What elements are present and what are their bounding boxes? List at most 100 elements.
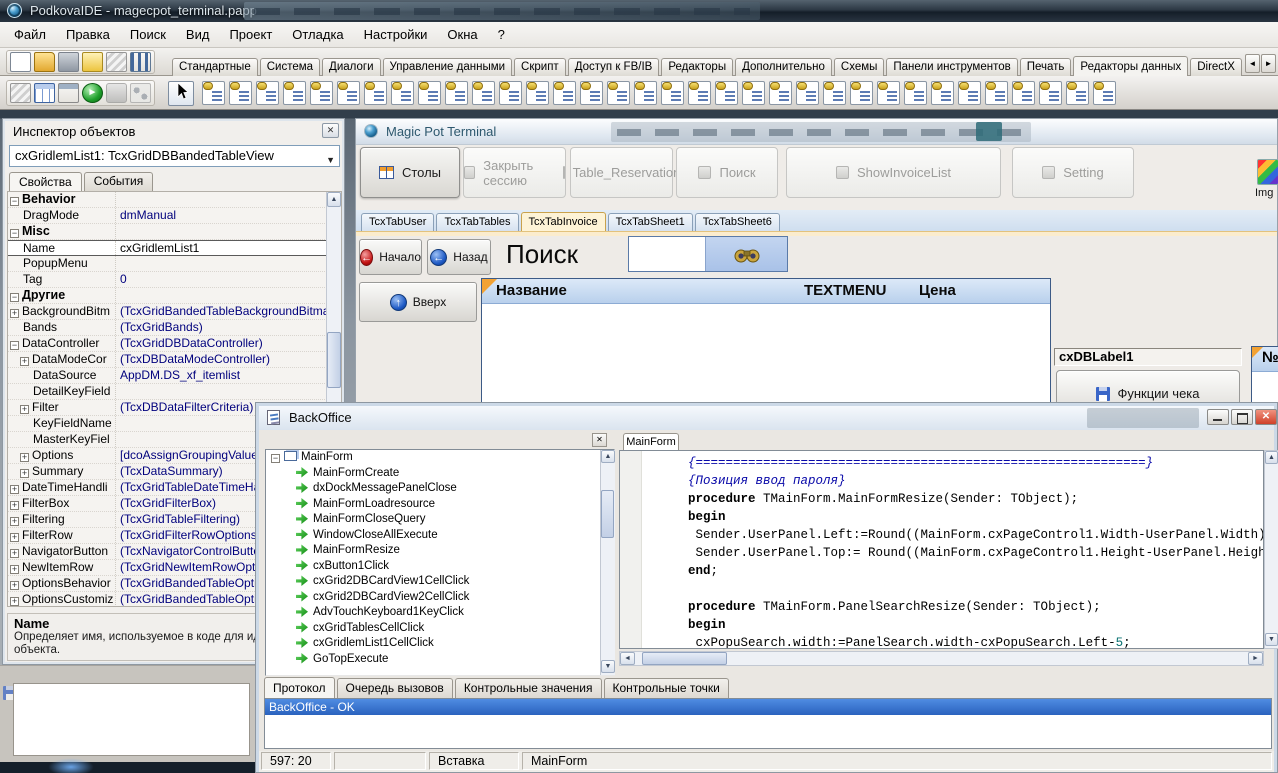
tree-panel-close-icon[interactable]: ✕ — [592, 433, 607, 447]
scroll-left-icon[interactable]: ◄ — [1245, 54, 1260, 73]
component-icon[interactable] — [877, 81, 900, 105]
home-button[interactable]: ← Начало — [359, 239, 422, 275]
property-row[interactable]: DetailKeyField — [8, 384, 341, 400]
property-value[interactable]: cxGridlemList1 — [115, 241, 326, 255]
column-price[interactable]: Цена — [919, 282, 956, 299]
scroll-right-icon[interactable]: ► — [1248, 652, 1263, 665]
up-button[interactable]: ↑ Вверх — [359, 282, 477, 322]
search-button[interactable] — [705, 237, 787, 271]
palette-tab[interactable]: Печать — [1020, 58, 1072, 76]
grid-icon[interactable] — [34, 83, 55, 103]
component-icon[interactable] — [607, 81, 630, 105]
form-icon[interactable] — [58, 83, 79, 103]
component-icon[interactable] — [688, 81, 711, 105]
scroll-down-icon[interactable]: ▼ — [1265, 633, 1278, 646]
menu-item[interactable]: ? — [488, 22, 515, 47]
scroll-down-icon[interactable]: ▼ — [601, 660, 615, 673]
project-group-icon[interactable] — [82, 52, 103, 72]
palette-tab[interactable]: Управление данными — [383, 58, 513, 76]
property-value[interactable] — [115, 192, 326, 207]
tree-item[interactable]: AdvTouchKeyboard1KeyClick — [266, 605, 614, 621]
tree-item[interactable]: cxGridTablesCellClick — [266, 621, 614, 637]
property-category-row[interactable]: −Misc — [8, 224, 341, 240]
component-icon[interactable] — [850, 81, 873, 105]
breakpoint-icon[interactable] — [130, 83, 151, 103]
terminal-toolbar-ShowInvoiceList[interactable]: ShowInvoiceList — [786, 147, 1001, 198]
property-value[interactable] — [115, 384, 326, 399]
property-value[interactable] — [115, 224, 326, 239]
menu-item[interactable]: Поиск — [120, 22, 176, 47]
paste-icon[interactable] — [10, 83, 31, 103]
expand-icon[interactable]: + — [10, 581, 19, 590]
tree-item[interactable]: WindowCloseAllExecute — [266, 528, 614, 544]
property-category-row[interactable]: −Behavior — [8, 192, 341, 208]
palette-tab[interactable]: Скрипт — [514, 58, 566, 76]
debug-tab[interactable]: Контрольные точки — [604, 678, 729, 698]
property-row[interactable]: Tag0 — [8, 272, 341, 288]
expand-icon[interactable]: + — [10, 309, 19, 318]
tree-item[interactable]: MainFormLoadresource — [266, 497, 614, 513]
search-input[interactable] — [629, 237, 707, 271]
property-row[interactable]: NamecxGridlemList1 — [8, 240, 341, 256]
component-icon[interactable] — [796, 81, 819, 105]
menu-item[interactable]: Вид — [176, 22, 220, 47]
component-icon[interactable] — [202, 81, 225, 105]
palette-tab[interactable]: Редакторы — [661, 58, 733, 76]
component-icon[interactable] — [1066, 81, 1089, 105]
expand-icon[interactable]: + — [10, 549, 19, 558]
scrollbar-thumb[interactable] — [642, 652, 727, 665]
expand-icon[interactable]: + — [20, 469, 29, 478]
component-icon[interactable] — [229, 81, 252, 105]
expand-icon[interactable]: + — [10, 597, 19, 606]
debug-tab[interactable]: Протокол — [264, 677, 335, 698]
property-value[interactable] — [115, 256, 326, 271]
property-row[interactable]: +BackgroundBitm(TcxGridBandedTableBackgr… — [8, 304, 341, 320]
debug-tab[interactable]: Очередь вызовов — [337, 678, 453, 698]
property-value[interactable]: (TcxDBDataModeController) — [115, 352, 326, 367]
expand-icon[interactable]: + — [20, 405, 29, 414]
new-form-icon[interactable] — [130, 52, 151, 72]
tree-scrollbar[interactable]: ▲ ▼ — [600, 450, 615, 675]
log-entry[interactable]: BackOffice - OK — [265, 699, 1271, 715]
component-icon[interactable] — [283, 81, 306, 105]
component-icon[interactable] — [823, 81, 846, 105]
tree-item[interactable]: cxGrid2DBCardView2CellClick — [266, 590, 614, 606]
property-row[interactable]: +DataModeCor(TcxDBDataModeController) — [8, 352, 341, 368]
window-titlebar[interactable]: PodkovaIDE - magecpot_terminal.papp — [0, 0, 1278, 22]
expand-icon[interactable]: + — [20, 453, 29, 462]
component-icon[interactable] — [1093, 81, 1116, 105]
scroll-left-icon[interactable]: ◄ — [620, 652, 635, 665]
component-icon[interactable] — [580, 81, 603, 105]
tree-item[interactable]: MainFormCreate — [266, 466, 614, 482]
component-icon[interactable] — [904, 81, 927, 105]
scroll-up-icon[interactable]: ▲ — [601, 450, 615, 463]
component-icon[interactable] — [985, 81, 1008, 105]
component-icon[interactable] — [661, 81, 684, 105]
expand-icon[interactable]: − — [271, 454, 280, 463]
save-file-icon[interactable] — [58, 52, 79, 72]
scroll-up-icon[interactable]: ▲ — [1265, 451, 1278, 464]
open-file-icon[interactable] — [34, 52, 55, 72]
component-icon[interactable] — [337, 81, 360, 105]
protocol-log[interactable]: BackOffice - OK — [264, 698, 1272, 749]
terminal-toolbar-Столы[interactable]: Столы — [360, 147, 460, 198]
terminal-tab[interactable]: TcxTabTables — [436, 213, 518, 231]
tree-item[interactable]: GoTopExecute — [266, 652, 614, 668]
property-value[interactable]: dmManual — [115, 208, 326, 223]
menu-item[interactable]: Проект — [219, 22, 282, 47]
terminal-titlebar[interactable]: Magic Pot Terminal — [356, 119, 1277, 145]
property-value[interactable]: (TcxGridBandedTableBackgroundBitmaps) — [115, 304, 326, 319]
expand-icon[interactable]: + — [10, 517, 19, 526]
run-icon[interactable]: ► — [82, 83, 103, 103]
tree-item[interactable]: cxGridlemList1CellClick — [266, 636, 614, 652]
inspector-tab[interactable]: События — [84, 172, 154, 191]
terminal-tab[interactable]: TcxTabUser — [361, 213, 434, 231]
editor-tab[interactable]: MainForm — [623, 433, 679, 450]
property-category-row[interactable]: −Другие — [8, 288, 341, 304]
component-icon[interactable] — [742, 81, 765, 105]
component-icon[interactable] — [310, 81, 333, 105]
expand-icon[interactable]: − — [10, 229, 19, 238]
scrollbar-thumb[interactable] — [601, 490, 614, 538]
tree-root[interactable]: −MainForm — [266, 450, 614, 466]
selection-cursor-button[interactable] — [168, 81, 194, 106]
